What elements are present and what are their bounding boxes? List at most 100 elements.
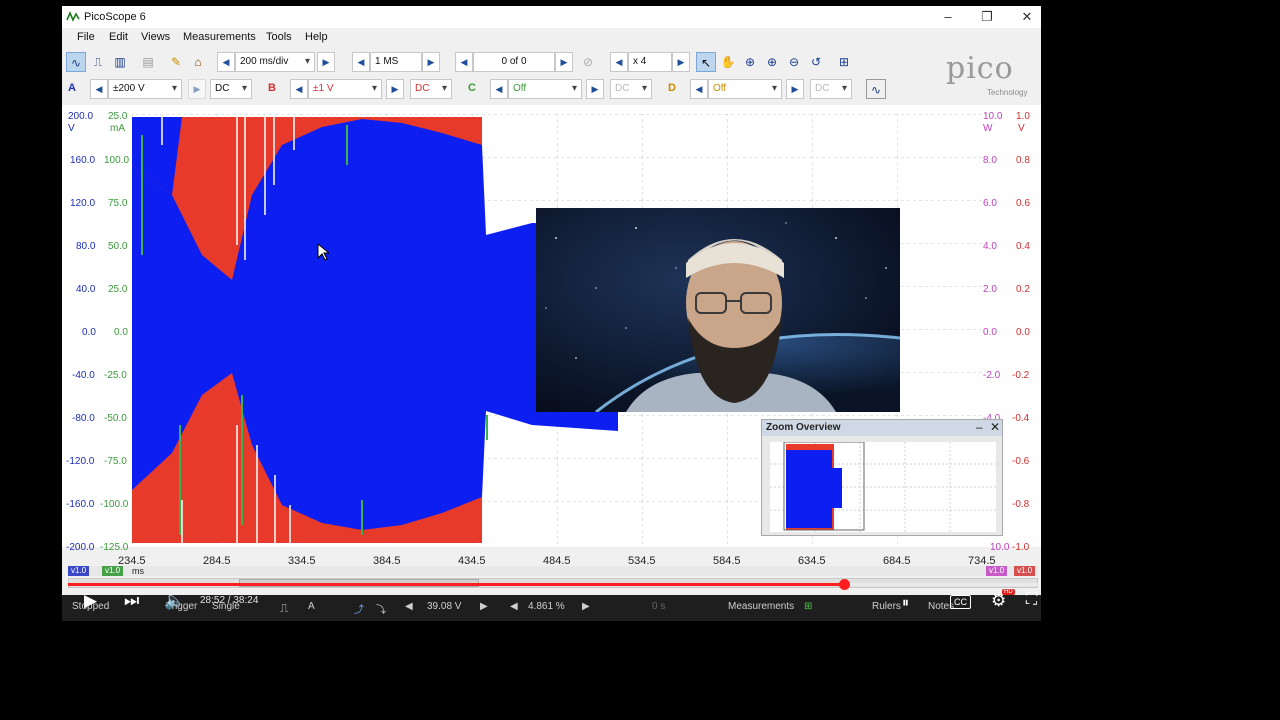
channel-b-range[interactable]: ±1 V bbox=[308, 79, 382, 99]
ruler-tag-a[interactable]: v1.0 bbox=[68, 566, 90, 576]
channel-d-range-next[interactable]: ▶ bbox=[786, 79, 804, 99]
rv-axis-tick: -0.2 bbox=[1012, 370, 1030, 381]
zoom-region-icon[interactable]: ⊕ bbox=[762, 52, 782, 72]
zoom-fit-icon[interactable]: ⊞ bbox=[834, 52, 854, 72]
probe-icon[interactable]: ✎ bbox=[166, 52, 186, 72]
channel-a-coupling[interactable]: DC bbox=[210, 79, 252, 99]
menu-file[interactable]: File bbox=[77, 31, 95, 43]
title-bar: PicoScope 6 – ❐ ✕ bbox=[62, 6, 1041, 28]
channel-c-range-next[interactable]: ▶ bbox=[586, 79, 604, 99]
ruler-tag-b[interactable]: v1.0 bbox=[1014, 566, 1036, 576]
trigger-delay-field[interactable]: 0 s bbox=[652, 601, 665, 612]
trigger-channel-select[interactable]: A bbox=[308, 601, 315, 612]
zoom-overview-minimize[interactable]: – bbox=[976, 421, 983, 433]
channel-d-range-prev[interactable]: ◀ bbox=[690, 79, 708, 99]
close-button[interactable]: ✕ bbox=[1007, 8, 1041, 26]
video-time: 28:52 / 38:24 bbox=[200, 595, 259, 606]
menu-views[interactable]: Views bbox=[141, 31, 170, 43]
channel-b-range-next[interactable]: ▶ bbox=[386, 79, 404, 99]
falling-edge-icon[interactable]: ⤵ bbox=[376, 601, 386, 616]
zoom-overview-window[interactable]: Zoom Overview – ✕ bbox=[761, 419, 1003, 536]
timebase-prev-arrow[interactable]: ◀ bbox=[217, 52, 235, 72]
channel-a-label[interactable]: A bbox=[68, 82, 76, 94]
add-measurement-icon[interactable]: ⊞ bbox=[804, 601, 812, 612]
menu-measurements[interactable]: Measurements bbox=[183, 31, 256, 43]
ma-axis-tick: -125.0 bbox=[100, 542, 129, 553]
captions-button[interactable]: CC bbox=[950, 595, 971, 609]
channel-b-range-prev[interactable]: ◀ bbox=[290, 79, 308, 99]
x-axis-unit: ms bbox=[132, 566, 144, 576]
menu-tools[interactable]: Tools bbox=[266, 31, 292, 43]
minimize-button[interactable]: – bbox=[928, 8, 968, 26]
buffer-navigator[interactable]: 0 of 0 bbox=[473, 52, 555, 72]
timebase-next-arrow[interactable]: ▶ bbox=[317, 52, 335, 72]
hd-badge: HD bbox=[1002, 589, 1015, 595]
samples-prev-arrow[interactable]: ◀ bbox=[352, 52, 370, 72]
zoom-overview-thumbnail[interactable] bbox=[770, 442, 996, 532]
buffer-prev-arrow[interactable]: ◀ bbox=[455, 52, 473, 72]
channel-b-label[interactable]: B bbox=[268, 82, 276, 94]
play-icon[interactable]: ▶ bbox=[84, 591, 97, 611]
buffer-next-arrow[interactable]: ▶ bbox=[555, 52, 573, 72]
channel-c-range-prev[interactable]: ◀ bbox=[490, 79, 508, 99]
channel-d-coupling[interactable]: DC bbox=[810, 79, 852, 99]
samples-field[interactable]: 1 MS bbox=[370, 52, 422, 72]
channel-c-coupling[interactable]: DC bbox=[610, 79, 652, 99]
ruler-tag-c[interactable]: v1.0 bbox=[102, 566, 124, 576]
ma-axis-tick: -50.0 bbox=[104, 413, 127, 424]
ruler-strip[interactable]: v1.0 v1.0 ms v1.0 v1.0 bbox=[68, 566, 1038, 576]
channel-a-range-next[interactable]: ▶ bbox=[188, 79, 206, 99]
ma-axis-tick: 75.0 bbox=[108, 198, 128, 209]
home-icon[interactable]: ⌂ bbox=[188, 52, 208, 72]
math-channel-icon[interactable]: ∿ bbox=[866, 79, 886, 99]
channel-a-range[interactable]: ±200 V bbox=[108, 79, 182, 99]
pretrigger-field[interactable]: 4.861 % bbox=[528, 601, 565, 612]
rv-axis-tick: 0.0 bbox=[1016, 327, 1030, 338]
channel-a-range-prev[interactable]: ◀ bbox=[90, 79, 108, 99]
video-progress-knob[interactable] bbox=[839, 579, 850, 590]
scope-mode-icon[interactable]: ∿ bbox=[66, 52, 86, 72]
trigger-level-field[interactable]: 39.08 V bbox=[427, 601, 461, 612]
menu-edit[interactable]: Edit bbox=[109, 31, 128, 43]
trigger-edge-icon[interactable]: ⎍ bbox=[280, 601, 288, 616]
mouse-cursor-icon bbox=[317, 243, 329, 261]
left-axis-unit-v: V bbox=[68, 123, 75, 134]
trigger-level-prev[interactable]: ◀ bbox=[405, 601, 413, 612]
rising-edge-icon[interactable]: ⤴ bbox=[354, 601, 364, 616]
zoom-prev-arrow[interactable]: ◀ bbox=[610, 52, 628, 72]
fullscreen-icon[interactable]: ⛶ bbox=[1026, 591, 1037, 609]
undo-zoom-icon[interactable]: ↺ bbox=[806, 52, 826, 72]
pointer-tool-icon[interactable]: ↖ bbox=[696, 52, 716, 72]
video-progress-bar[interactable] bbox=[68, 579, 1038, 590]
channel-c-label[interactable]: C bbox=[468, 82, 476, 94]
ruler-tag-w[interactable]: v1.0 bbox=[986, 566, 1008, 576]
volume-icon[interactable]: 🔈 bbox=[164, 591, 185, 611]
channel-d-label[interactable]: D bbox=[668, 82, 676, 94]
zoom-overview-close[interactable]: ✕ bbox=[990, 421, 1000, 433]
channel-b-coupling[interactable]: DC bbox=[410, 79, 452, 99]
autoplay-toggle-icon[interactable]: ⏸ bbox=[902, 594, 909, 611]
persistence-mode-icon[interactable]: ⎍ bbox=[88, 52, 108, 72]
right-axis-unit-v: V bbox=[1018, 123, 1025, 134]
zoom-factor-field[interactable]: x 4 bbox=[628, 52, 672, 72]
channel-d-range[interactable]: Off bbox=[708, 79, 782, 99]
hand-tool-icon[interactable]: ✋ bbox=[718, 52, 738, 72]
spectrum-disabled-icon[interactable]: ▤ bbox=[138, 52, 158, 72]
buffer-overview-icon[interactable]: ⊘ bbox=[578, 52, 598, 72]
video-progress-played bbox=[68, 583, 844, 586]
timebase-select[interactable]: 200 ms/div bbox=[235, 52, 315, 72]
pretrigger-prev[interactable]: ◀ bbox=[510, 601, 518, 612]
zoom-in-icon[interactable]: ⊕ bbox=[740, 52, 760, 72]
zoom-out-icon[interactable]: ⊖ bbox=[784, 52, 804, 72]
next-video-icon[interactable]: ⏭ bbox=[124, 591, 139, 611]
menu-help[interactable]: Help bbox=[305, 31, 328, 43]
zoom-next-arrow[interactable]: ▶ bbox=[672, 52, 690, 72]
pretrigger-next[interactable]: ▶ bbox=[582, 601, 590, 612]
samples-next-arrow[interactable]: ▶ bbox=[422, 52, 440, 72]
restore-button[interactable]: ❐ bbox=[967, 8, 1007, 26]
channel-c-range[interactable]: Off bbox=[508, 79, 582, 99]
app-icon bbox=[66, 10, 80, 22]
spectrum-mode-icon[interactable]: ▥ bbox=[110, 52, 130, 72]
w-axis-tick: 0.0 bbox=[983, 327, 997, 338]
trigger-level-next[interactable]: ▶ bbox=[480, 601, 488, 612]
